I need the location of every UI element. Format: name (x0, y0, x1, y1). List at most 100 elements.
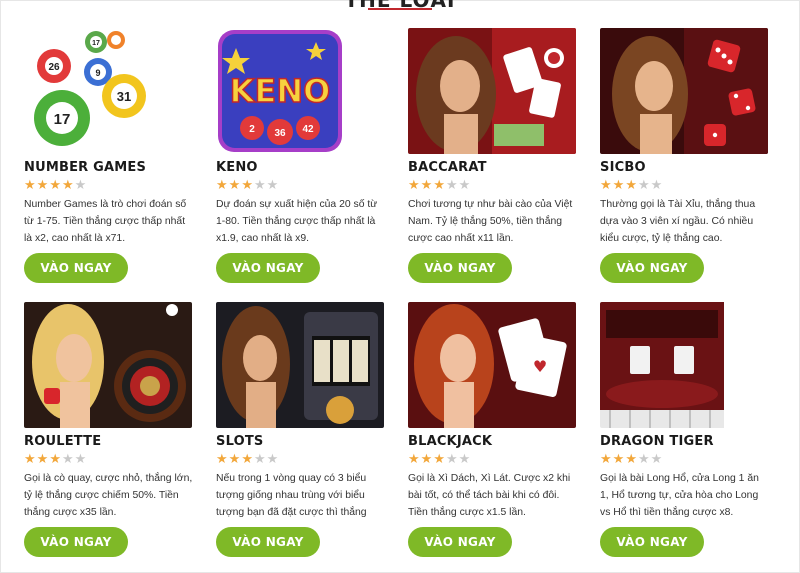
play-now-button[interactable]: VÀO NGAY (408, 253, 512, 283)
game-card-baccarat: BACCARAT ★★★★★ Chơi tương tự như bài cào… (408, 28, 578, 283)
play-now-button[interactable]: VÀO NGAY (408, 527, 512, 557)
game-thumbnail[interactable] (408, 28, 576, 154)
game-card-roulette: ROULETTE ★★★★★ Gọi là cò quay, cược nhỏ,… (24, 302, 194, 557)
star-filled-icon: ★ (433, 177, 446, 192)
game-description: Dự đoán sự xuất hiện của 20 số từ 1-80. … (216, 199, 378, 244)
star-filled-icon: ★ (216, 451, 229, 466)
svg-text:17: 17 (92, 40, 100, 47)
star-rating: ★★★★★ (216, 452, 386, 466)
star-empty-icon: ★ (650, 177, 664, 192)
game-thumbnail[interactable]: 26 17 9 17 31 (24, 28, 192, 154)
star-filled-icon: ★ (625, 177, 638, 192)
game-title: ROULETTE (24, 434, 102, 449)
game-title: KENO (216, 160, 258, 175)
game-description: Nếu trong 1 vòng quay có 3 biểu tượng gi… (216, 473, 367, 518)
star-filled-icon: ★ (228, 451, 242, 466)
game-thumbnail[interactable] (600, 302, 768, 428)
svg-text:42: 42 (302, 124, 314, 135)
svg-text:♥: ♥ (533, 357, 547, 376)
star-empty-icon: ★ (74, 451, 88, 466)
star-filled-icon: ★ (408, 451, 421, 466)
play-now-button[interactable]: VÀO NGAY (216, 527, 320, 557)
star-empty-icon: ★ (266, 177, 280, 192)
star-filled-icon: ★ (612, 177, 626, 192)
star-empty-icon: ★ (445, 177, 459, 192)
blackjack-cards-icon: ♥ (408, 302, 576, 428)
game-thumbnail[interactable] (600, 28, 768, 154)
star-filled-icon: ★ (228, 177, 242, 192)
game-thumbnail[interactable]: KENO 2 36 42 (216, 28, 384, 154)
play-now-button[interactable]: VÀO NGAY (216, 253, 320, 283)
game-description: Thường gọi là Tài Xỉu, thắng thua dựa và… (600, 199, 756, 244)
dice-icon (600, 28, 768, 154)
svg-text:36: 36 (274, 128, 286, 139)
star-filled-icon: ★ (49, 451, 62, 466)
star-rating: ★★★★★ (408, 178, 578, 192)
roulette-wheel-icon (24, 302, 192, 428)
game-thumbnail[interactable] (24, 302, 192, 428)
star-empty-icon: ★ (61, 451, 75, 466)
svg-text:17: 17 (54, 111, 71, 128)
star-rating: ★★★★★ (600, 452, 770, 466)
star-filled-icon: ★ (241, 451, 254, 466)
svg-text:KENO: KENO (230, 72, 331, 110)
game-description: Gọi là bài Long Hổ, cửa Long 1 ăn 1, Hổ … (600, 473, 759, 518)
star-empty-icon: ★ (253, 451, 267, 466)
section-title: THỂ LOẠI (0, 0, 800, 8)
game-title: BACCARAT (408, 160, 487, 175)
star-filled-icon: ★ (600, 177, 613, 192)
game-title: DRAGON TIGER (600, 434, 714, 449)
lottery-balls-icon: 26 17 9 17 31 (24, 28, 192, 154)
star-rating: ★★★★★ (600, 178, 770, 192)
star-filled-icon: ★ (420, 451, 434, 466)
play-now-button[interactable]: VÀO NGAY (600, 253, 704, 283)
game-thumbnail[interactable] (216, 302, 384, 428)
star-empty-icon: ★ (458, 177, 472, 192)
star-empty-icon: ★ (637, 177, 651, 192)
game-card-sicbo: SICBO ★★★★★ Thường gọi là Tài Xỉu, thắng… (600, 28, 770, 283)
star-empty-icon: ★ (650, 451, 664, 466)
star-filled-icon: ★ (24, 451, 37, 466)
star-empty-icon: ★ (445, 451, 459, 466)
star-empty-icon: ★ (637, 451, 651, 466)
star-filled-icon: ★ (408, 177, 421, 192)
keno-logo-icon: KENO 2 36 42 (216, 28, 384, 154)
star-empty-icon: ★ (74, 177, 88, 192)
svg-text:9: 9 (95, 68, 100, 78)
star-filled-icon: ★ (241, 177, 254, 192)
svg-text:26: 26 (48, 62, 60, 73)
star-filled-icon: ★ (61, 177, 75, 192)
game-card-dragon-tiger: DRAGON TIGER ★★★★★ Gọi là bài Long Hổ, c… (600, 302, 770, 557)
star-filled-icon: ★ (36, 451, 50, 466)
baccarat-cards-icon (408, 28, 576, 154)
star-filled-icon: ★ (216, 177, 229, 192)
star-filled-icon: ★ (36, 177, 50, 192)
star-filled-icon: ★ (433, 451, 446, 466)
star-rating: ★★★★★ (216, 178, 386, 192)
svg-text:31: 31 (117, 89, 131, 104)
star-filled-icon: ★ (612, 451, 626, 466)
star-rating: ★★★★★ (408, 452, 578, 466)
game-title: NUMBER GAMES (24, 160, 147, 175)
star-filled-icon: ★ (420, 177, 434, 192)
star-filled-icon: ★ (625, 451, 638, 466)
star-empty-icon: ★ (458, 451, 472, 466)
star-rating: ★★★★★ (24, 178, 194, 192)
svg-text:2: 2 (249, 124, 255, 135)
star-filled-icon: ★ (600, 451, 613, 466)
game-title: SICBO (600, 160, 646, 175)
star-empty-icon: ★ (266, 451, 280, 466)
game-thumbnail[interactable]: ♥ (408, 302, 576, 428)
star-filled-icon: ★ (49, 177, 62, 192)
play-now-button[interactable]: VÀO NGAY (600, 527, 704, 557)
play-now-button[interactable]: VÀO NGAY (24, 527, 128, 557)
play-now-button[interactable]: VÀO NGAY (24, 253, 128, 283)
star-rating: ★★★★★ (24, 452, 194, 466)
game-description: Gọi là cò quay, cược nhỏ, thắng lớn, tỷ … (24, 473, 193, 518)
game-title: SLOTS (216, 434, 264, 449)
star-empty-icon: ★ (253, 177, 267, 192)
dragon-tiger-table-icon (600, 302, 768, 428)
game-description: Gọi là Xì Dách, Xì Lát. Cược x2 khi bài … (408, 473, 571, 518)
game-description: Chơi tương tự như bài cào của Việt Nam. … (408, 199, 573, 244)
star-filled-icon: ★ (24, 177, 37, 192)
